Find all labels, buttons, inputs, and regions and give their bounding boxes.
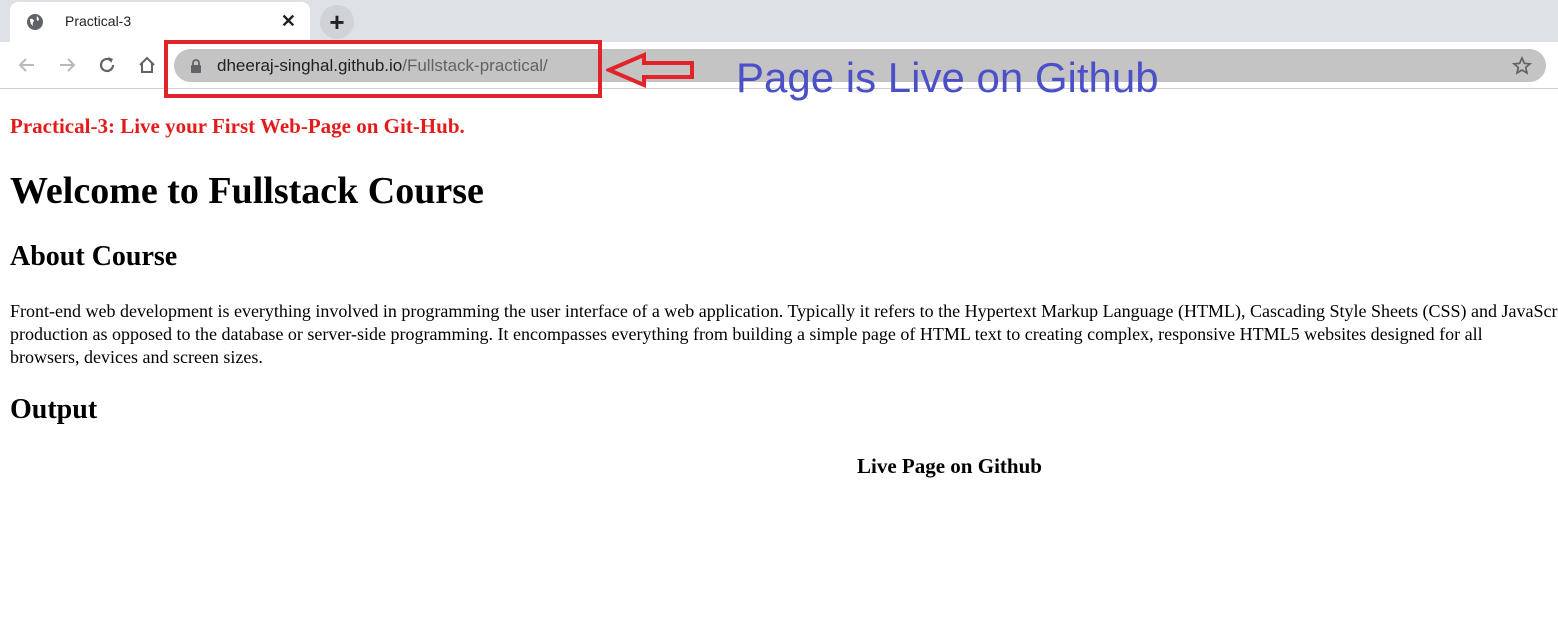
- close-icon[interactable]: ✕: [281, 11, 296, 31]
- about-paragraph: Front-end web development is everything …: [10, 300, 1558, 369]
- about-line: production as opposed to the database or…: [10, 324, 1483, 344]
- annotation-arrow-icon: [603, 51, 696, 93]
- page-heading: Welcome to Fullstack Course: [10, 170, 484, 212]
- tab-strip: Practical-3 ✕ +: [0, 0, 1558, 42]
- annotation-text: Page is Live on Github: [736, 54, 1159, 101]
- annotation-highlight-box: [164, 40, 602, 98]
- home-icon[interactable]: [136, 54, 158, 76]
- plus-icon[interactable]: +: [320, 5, 354, 39]
- star-icon[interactable]: [1511, 55, 1533, 81]
- practical-title: Practical-3: Live your First Web-Page on…: [10, 114, 465, 138]
- output-heading: Output: [10, 394, 98, 425]
- reload-icon[interactable]: [96, 54, 118, 76]
- output-caption: Live Page on Github: [857, 454, 1042, 478]
- forward-arrow-icon[interactable]: [56, 54, 78, 76]
- about-line: Front-end web development is everything …: [10, 301, 1558, 321]
- back-arrow-icon[interactable]: [16, 54, 38, 76]
- about-heading: About Course: [10, 241, 178, 272]
- tab-title: Practical-3: [65, 13, 132, 29]
- globe-icon: [26, 13, 44, 31]
- tab-practical-3[interactable]: Practical-3 ✕: [10, 2, 310, 42]
- about-line: browsers, devices and screen sizes.: [10, 347, 263, 367]
